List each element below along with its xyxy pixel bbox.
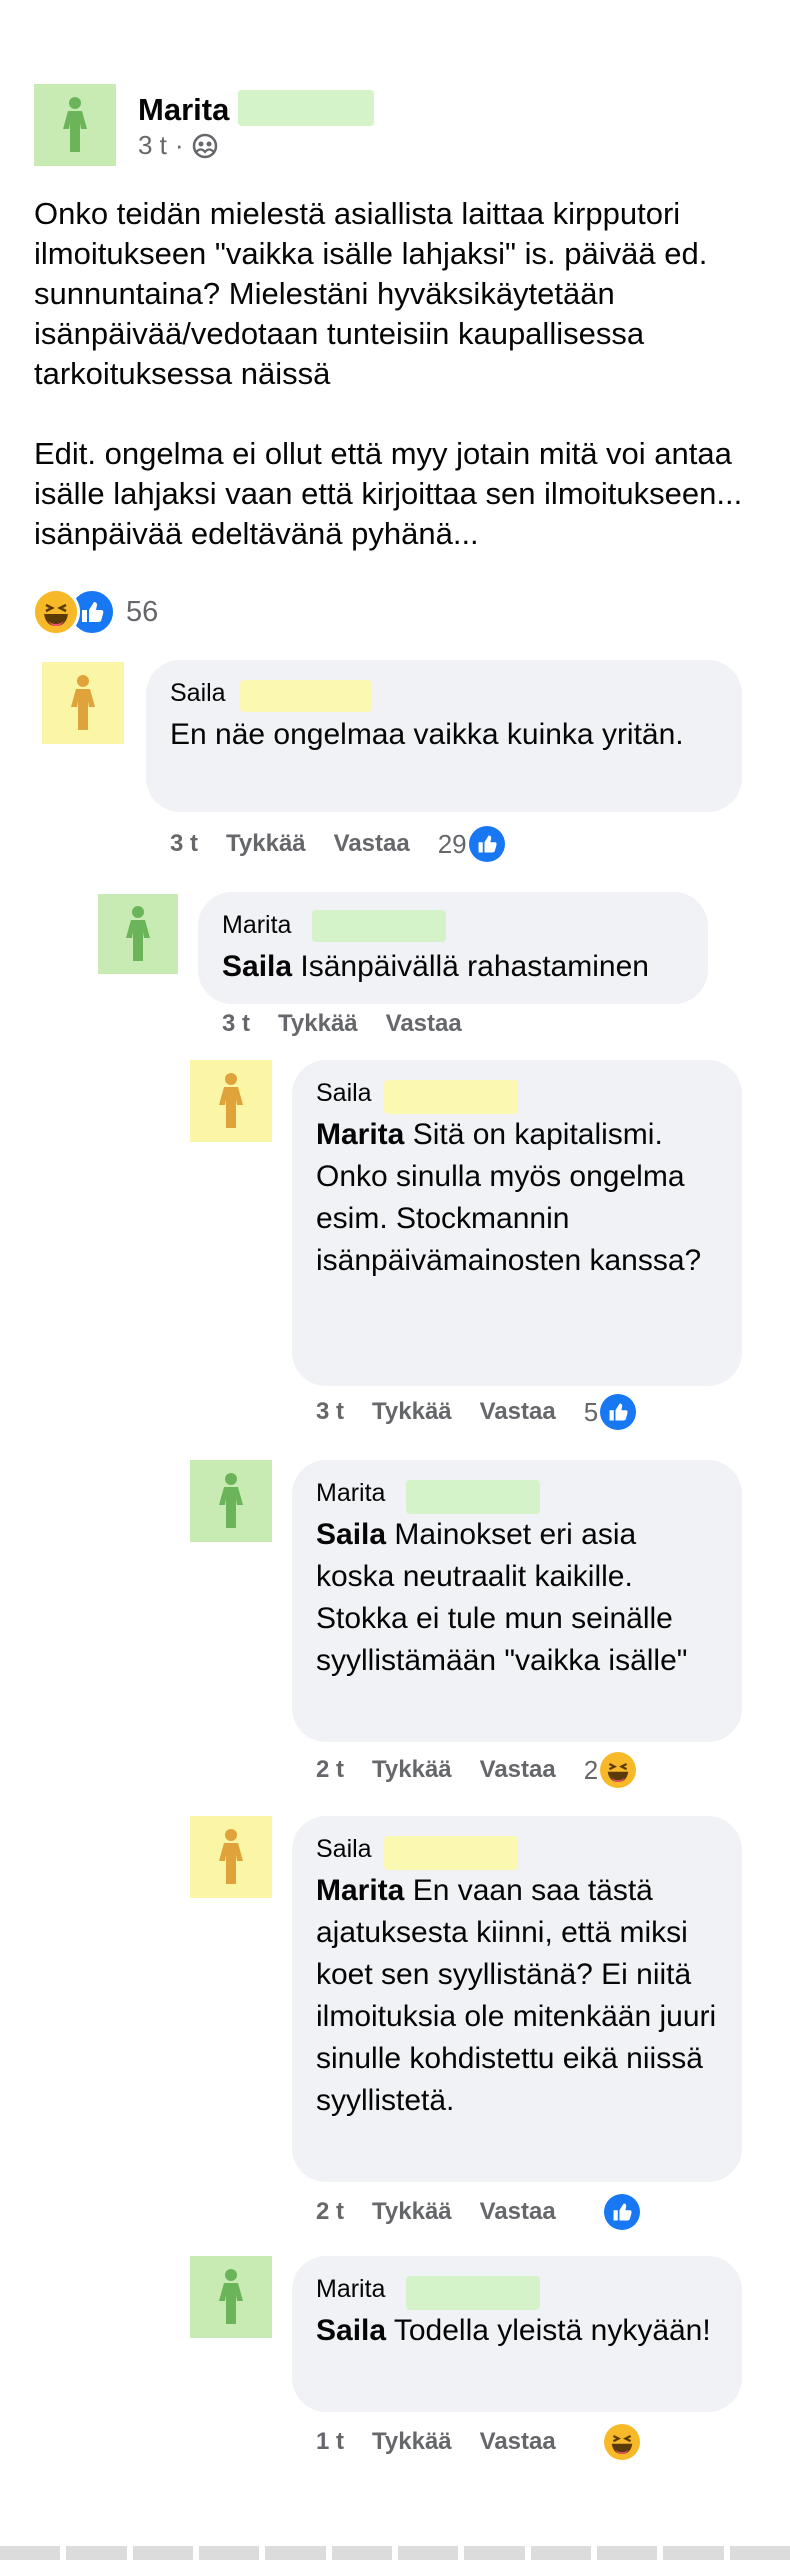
like-icon: [600, 1394, 637, 1430]
comment-actions: 2 t Tykkää Vastaa: [316, 2194, 640, 2230]
comment-like-count[interactable]: 5: [584, 1394, 637, 1430]
person-icon: [126, 906, 150, 961]
avatar[interactable]: [190, 2256, 272, 2338]
reply-button[interactable]: Vastaa: [480, 2198, 556, 2226]
person-icon: [219, 1073, 243, 1128]
redaction: [312, 910, 446, 942]
like-button[interactable]: Tykkää: [278, 1010, 358, 1038]
comment-actions: 3 t Tykkää Vastaa: [222, 1010, 490, 1038]
redaction: [406, 2276, 540, 2310]
like-button[interactable]: Tykkää: [372, 2428, 452, 2456]
post-text-edit: Edit. ongelma ei ollut että myy jotain m…: [34, 436, 743, 551]
friends-icon[interactable]: [192, 133, 218, 159]
post-text-paragraph: Onko teidän mielestä asiallista laittaa …: [34, 196, 708, 391]
redaction: [406, 1480, 540, 1514]
reaction-summary[interactable]: 56: [32, 588, 158, 636]
post-author[interactable]: Marita: [138, 92, 229, 128]
mention-link[interactable]: Saila: [222, 950, 292, 983]
comment-time[interactable]: 3 t: [170, 830, 198, 858]
post-meta: 3 t ·: [138, 130, 218, 161]
haha-icon: [600, 1752, 637, 1788]
redaction: [384, 1836, 518, 1870]
post-body: Onko teidän mielestä asiallista laittaa …: [34, 194, 754, 554]
comment-time[interactable]: 2 t: [316, 1756, 344, 1784]
like-button[interactable]: Tykkää: [372, 2198, 452, 2226]
comment-text: Marita Sitä on kapitalismi. Onko sinulla…: [316, 1118, 702, 1277]
comment-bubble: Saila Marita En vaan saa tästä ajatukses…: [292, 1816, 742, 2182]
reply-button[interactable]: Vastaa: [480, 1398, 556, 1426]
comment-actions: 1 t Tykkää Vastaa: [316, 2424, 640, 2460]
reply-button[interactable]: Vastaa: [480, 2428, 556, 2456]
like-button[interactable]: Tykkää: [372, 1398, 452, 1426]
comment-text: Marita En vaan saa tästä ajatuksesta kii…: [316, 1874, 717, 2117]
comment-like-count[interactable]: [602, 2424, 640, 2460]
mention-link[interactable]: Saila: [316, 2314, 386, 2347]
comment-author[interactable]: Marita: [222, 910, 684, 940]
avatar[interactable]: [98, 894, 178, 974]
scroll-indicator: [0, 2546, 790, 2560]
comment-time[interactable]: 1 t: [316, 2428, 344, 2456]
post-time[interactable]: 3 t: [138, 130, 167, 161]
reply-button[interactable]: Vastaa: [334, 830, 410, 858]
comment-actions: 3 t Tykkää Vastaa 29: [170, 826, 505, 862]
like-icon: [468, 826, 505, 862]
person-icon: [219, 1829, 243, 1884]
reply-button[interactable]: Vastaa: [386, 1010, 462, 1038]
mention-link[interactable]: Marita: [316, 1118, 404, 1151]
comment-like-count[interactable]: 29: [438, 826, 505, 862]
mention-link[interactable]: Saila: [316, 1518, 386, 1551]
comment-actions: 3 t Tykkää Vastaa 5: [316, 1394, 637, 1430]
like-icon: [603, 2194, 640, 2230]
like-button[interactable]: Tykkää: [372, 1756, 452, 1784]
avatar[interactable]: [42, 662, 124, 744]
person-icon: [219, 1473, 243, 1528]
avatar[interactable]: [34, 84, 116, 166]
person-icon: [219, 2269, 243, 2324]
reaction-count: 56: [126, 595, 159, 628]
comment-time[interactable]: 2 t: [316, 2198, 344, 2226]
comment-text: Saila Todella yleistä nykyään!: [316, 2314, 711, 2347]
haha-icon: [603, 2424, 640, 2460]
redaction: [384, 1080, 518, 1114]
separator: ·: [174, 130, 184, 160]
comment-actions: 2 t Tykkää Vastaa 2: [316, 1752, 637, 1788]
comment-like-count[interactable]: [602, 2194, 640, 2230]
avatar[interactable]: [190, 1460, 272, 1542]
comment-text: Saila Isänpäivällä rahastaminen: [222, 950, 649, 983]
avatar[interactable]: [190, 1060, 272, 1142]
comment-like-count[interactable]: 2: [584, 1752, 637, 1788]
comment-time[interactable]: 3 t: [316, 1398, 344, 1426]
reply-button[interactable]: Vastaa: [480, 1756, 556, 1784]
comment-text: En näe ongelmaa vaikka kuinka yritän.: [170, 718, 684, 751]
haha-icon: [32, 588, 80, 636]
avatar[interactable]: [190, 1816, 272, 1898]
mention-link[interactable]: Marita: [316, 1874, 404, 1907]
redaction: [240, 680, 372, 712]
like-button[interactable]: Tykkää: [226, 830, 306, 858]
person-icon: [71, 675, 95, 730]
comment-bubble: Saila En näe ongelmaa vaikka kuinka yrit…: [146, 660, 742, 812]
comment-bubble: Marita Saila Isänpäivällä rahastaminen: [198, 892, 708, 1004]
redaction: [238, 90, 374, 126]
person-icon: [63, 97, 87, 152]
comment-text: Saila Mainokset eri asia koska neutraali…: [316, 1518, 688, 1677]
comment-time[interactable]: 3 t: [222, 1010, 250, 1038]
